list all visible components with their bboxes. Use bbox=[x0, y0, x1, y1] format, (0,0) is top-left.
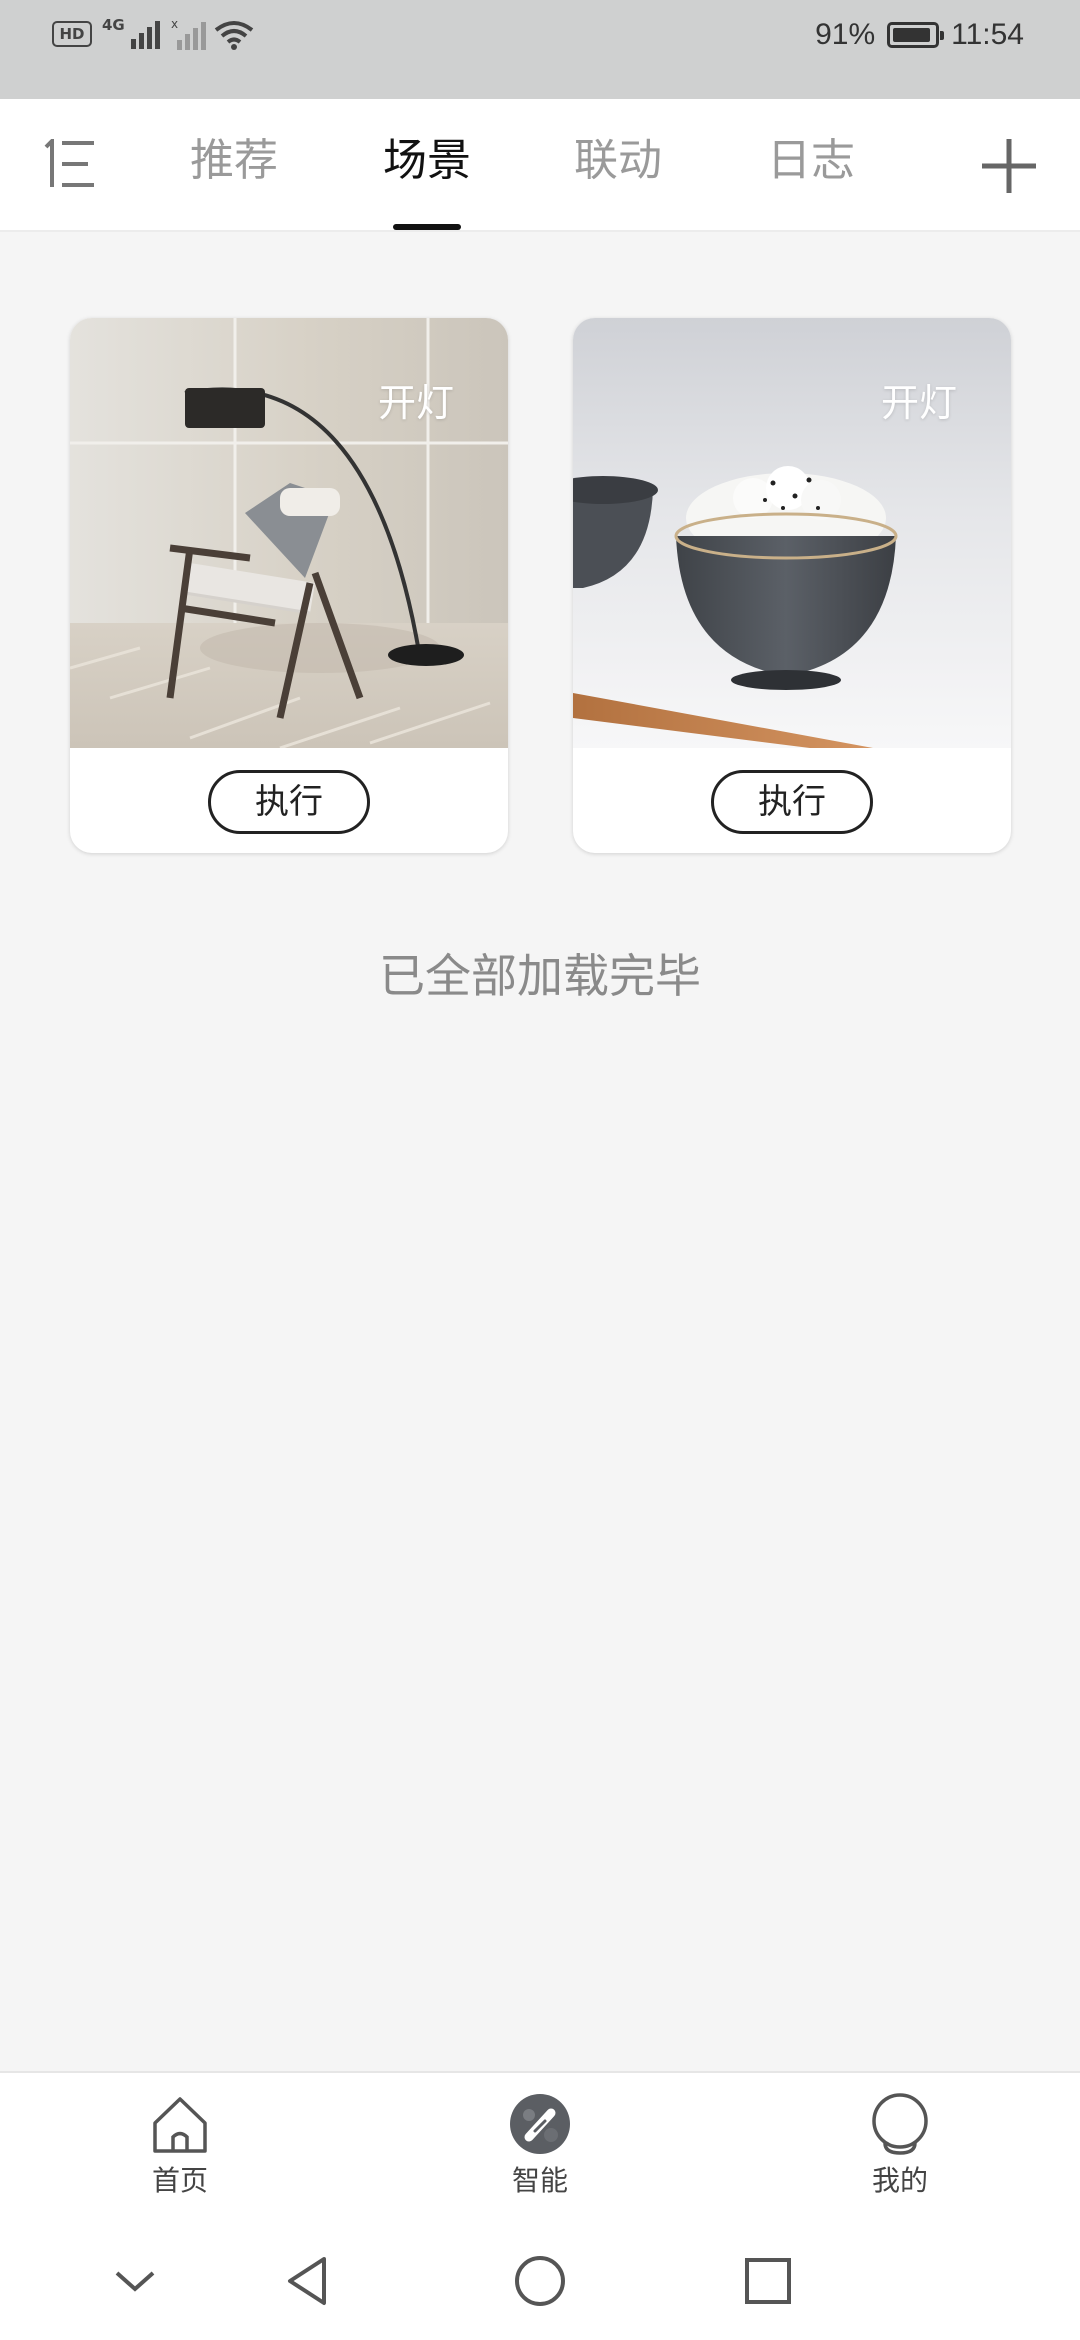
nav-item-me[interactable]: 我的 bbox=[820, 2093, 980, 2199]
tab-scenes[interactable]: 场景 bbox=[383, 131, 471, 191]
back-icon[interactable] bbox=[280, 2251, 340, 2311]
tab-log[interactable]: 日志 bbox=[767, 131, 855, 191]
collapse-chevron-icon[interactable] bbox=[105, 2251, 165, 2311]
home-circle-icon[interactable] bbox=[510, 2251, 570, 2311]
nav-label-smart: 智能 bbox=[511, 2164, 568, 2197]
nav-label-me: 我的 bbox=[871, 2164, 928, 2197]
nav-label-home: 首页 bbox=[151, 2164, 208, 2197]
battery-fill bbox=[893, 28, 930, 42]
signal-icon bbox=[130, 21, 160, 49]
scene-name: 开灯 bbox=[880, 381, 957, 425]
scene-image-rice-bowl: 开灯 bbox=[573, 318, 1011, 748]
nav-item-smart[interactable]: 智能 bbox=[460, 2093, 620, 2199]
add-icon[interactable] bbox=[980, 137, 1038, 195]
active-tab-indicator bbox=[393, 224, 461, 230]
profile-icon bbox=[872, 2093, 928, 2155]
scene-image-chair-lamp: 开灯 bbox=[70, 318, 508, 748]
clock: 11:54 bbox=[951, 18, 1024, 51]
wifi-icon bbox=[214, 21, 253, 50]
system-nav-bar bbox=[0, 2221, 1080, 2340]
battery-icon bbox=[887, 22, 945, 48]
smart-icon bbox=[510, 2094, 570, 2154]
recents-icon[interactable] bbox=[738, 2251, 798, 2311]
network-type: 4G bbox=[102, 16, 125, 34]
tab-recommend[interactable]: 推荐 bbox=[190, 131, 278, 191]
battery-percent: 91% bbox=[815, 18, 876, 51]
status-bar: HD 4G x 91% 11:54 bbox=[0, 0, 1080, 99]
scene-card[interactable]: 开灯 执行 bbox=[70, 318, 508, 853]
execute-button[interactable]: 执行 bbox=[711, 770, 873, 834]
menu-icon[interactable] bbox=[42, 139, 98, 189]
status-icons-left: HD 4G x bbox=[52, 16, 255, 50]
end-of-list-message: 已全部加载完毕 bbox=[379, 949, 701, 1003]
execute-button[interactable]: 执行 bbox=[208, 770, 370, 834]
hd-badge: HD bbox=[52, 21, 92, 47]
scene-card[interactable]: 开灯 执行 bbox=[573, 318, 1011, 853]
bottom-nav: 首页 智能 我的 bbox=[0, 2071, 1080, 2221]
status-icons-right: 91% 11:54 bbox=[815, 18, 1024, 52]
tab-linkage[interactable]: 联动 bbox=[574, 131, 662, 191]
top-nav: 推荐 场景 联动 日志 bbox=[0, 99, 1080, 232]
home-icon bbox=[153, 2097, 207, 2153]
signal-no-sim-icon: x bbox=[171, 18, 206, 50]
svg-text:x: x bbox=[171, 18, 178, 31]
nav-item-home[interactable]: 首页 bbox=[100, 2093, 260, 2199]
scene-name: 开灯 bbox=[377, 381, 454, 425]
